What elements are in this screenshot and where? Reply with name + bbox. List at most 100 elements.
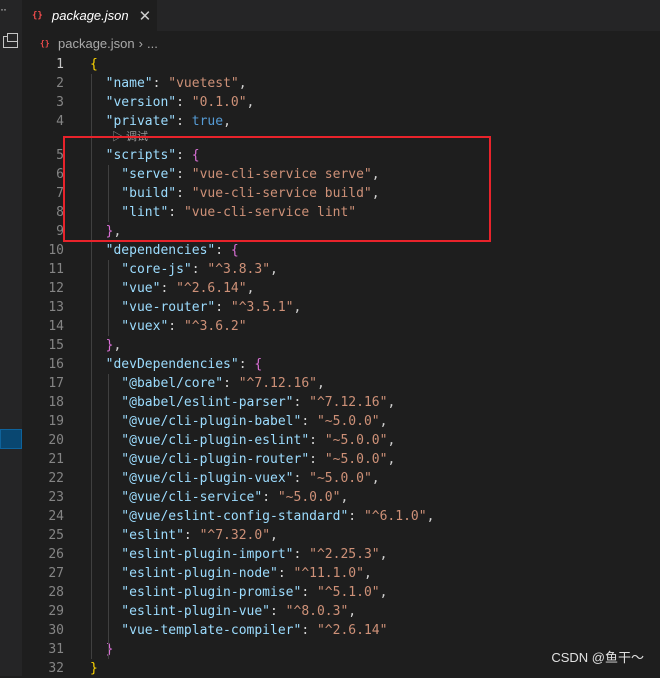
code-token: : xyxy=(348,509,364,524)
breadcrumb-more[interactable]: ... xyxy=(147,36,158,51)
code-line[interactable]: 19 "@vue/cli-plugin-babel": "~5.0.0", xyxy=(22,412,660,431)
code-token: "@vue/eslint-config-standard" xyxy=(90,509,349,524)
code-token: "~5.0.0" xyxy=(309,471,372,486)
code-token: "eslint-plugin-node" xyxy=(90,566,278,581)
code-line[interactable]: 23 "@vue/cli-service": "~5.0.0", xyxy=(22,488,660,507)
code-line[interactable]: 10 "dependencies": { xyxy=(22,241,660,260)
tab-bar: {} package.json ✕ xyxy=(22,0,660,31)
code-line[interactable]: 3 "version": "0.1.0", xyxy=(22,93,660,112)
tab-package-json[interactable]: {} package.json ✕ xyxy=(22,0,157,31)
code-line[interactable]: 27 "eslint-plugin-node": "^11.1.0", xyxy=(22,564,660,583)
code-line[interactable]: 22 "@vue/cli-plugin-vuex": "~5.0.0", xyxy=(22,469,660,488)
code-token: "vuetest" xyxy=(168,76,239,91)
code-line[interactable]: 24 "@vue/eslint-config-standard": "^6.1.… xyxy=(22,507,660,526)
line-number: 23 xyxy=(48,490,64,505)
code-line[interactable]: 18 "@babel/eslint-parser": "^7.12.16", xyxy=(22,393,660,412)
code-token: : xyxy=(301,414,317,429)
code-token: , xyxy=(340,490,349,505)
line-number: 5 xyxy=(56,148,64,163)
code-token: "@vue/cli-plugin-eslint" xyxy=(90,433,310,448)
code-text: } xyxy=(90,659,98,678)
code-line[interactable]: 12 "vue": "^2.6.14", xyxy=(22,279,660,298)
code-token: "@vue/cli-service" xyxy=(90,490,263,505)
code-line[interactable]: 25 "eslint": "^7.32.0", xyxy=(22,526,660,545)
code-line[interactable]: 15 }, xyxy=(22,336,660,355)
code-token: : xyxy=(152,76,169,91)
line-number: 12 xyxy=(48,281,64,296)
line-number: 15 xyxy=(48,338,64,353)
line-number: 24 xyxy=(48,509,64,524)
code-token: : xyxy=(238,357,255,372)
code-text: "core-js": "^3.8.3", xyxy=(90,260,278,279)
breadcrumb-file[interactable]: package.json xyxy=(58,36,135,51)
code-line[interactable]: 16 "devDependencies": { xyxy=(22,355,660,374)
code-token: "~5.0.0" xyxy=(324,452,388,467)
activity-bar: ·· xyxy=(0,0,22,676)
line-number: 9 xyxy=(56,224,64,239)
line-number: 19 xyxy=(48,414,64,429)
code-token: "vue" xyxy=(90,281,161,296)
code-token: : xyxy=(176,114,192,129)
code-line[interactable]: 26 "eslint-plugin-import": "^2.25.3", xyxy=(22,545,660,564)
code-line[interactable]: 29 "eslint-plugin-vue": "^8.0.3", xyxy=(22,602,660,621)
line-number: 28 xyxy=(48,585,64,600)
code-line[interactable]: 28 "eslint-plugin-promise": "^5.1.0", xyxy=(22,583,660,602)
code-line[interactable]: 13 "vue-router": "^3.5.1", xyxy=(22,298,660,317)
code-token: : xyxy=(215,243,231,258)
code-token: , xyxy=(387,452,396,467)
code-line[interactable]: 4 "private": true, xyxy=(22,112,660,131)
line-number: 1 xyxy=(56,57,64,72)
code-token: "^2.6.14" xyxy=(176,281,247,296)
code-token: "vue-template-compiler" xyxy=(90,623,302,638)
code-token: } xyxy=(90,642,114,657)
code-line[interactable]: 20 "@vue/cli-plugin-eslint": "~5.0.0", xyxy=(22,431,660,450)
code-token: : xyxy=(176,95,192,110)
code-token: { xyxy=(254,357,263,372)
code-token: "^2.6.14" xyxy=(316,623,388,638)
code-text: }, xyxy=(90,336,122,355)
code-line[interactable]: 21 "@vue/cli-plugin-router": "~5.0.0", xyxy=(22,450,660,469)
code-text: "vue-router": "^3.5.1", xyxy=(90,298,301,317)
code-text: "eslint-plugin-promise": "^5.1.0", xyxy=(90,583,387,602)
code-line[interactable]: 2 "name": "vuetest", xyxy=(22,74,660,93)
code-text: "@vue/eslint-config-standard": "^6.1.0", xyxy=(90,507,434,526)
code-token: , xyxy=(379,414,388,429)
code-line[interactable]: 1{ xyxy=(22,55,660,74)
code-token: , xyxy=(246,95,255,110)
code-token: "^7.12.16" xyxy=(238,376,317,391)
code-token: , xyxy=(387,433,396,448)
copy-icon[interactable] xyxy=(3,33,18,48)
more-icon[interactable]: ·· xyxy=(0,2,7,16)
code-line[interactable]: 11 "core-js": "^3.8.3", xyxy=(22,260,660,279)
code-text: "@vue/cli-plugin-babel": "~5.0.0", xyxy=(90,412,387,431)
code-token: "core-js" xyxy=(90,262,192,277)
code-text: "@vue/cli-service": "~5.0.0", xyxy=(90,488,348,507)
code-token: : xyxy=(270,604,286,619)
line-number: 11 xyxy=(48,262,64,277)
code-text: "name": "vuetest", xyxy=(90,74,247,93)
code-line[interactable]: 17 "@babel/core": "^7.12.16", xyxy=(22,374,660,393)
code-token: "^11.1.0" xyxy=(293,566,364,581)
line-number: 18 xyxy=(48,395,64,410)
json-icon: {} xyxy=(32,10,43,21)
code-token: "@babel/eslint-parser" xyxy=(90,395,294,410)
code-token: , xyxy=(348,604,357,619)
code-token: "0.1.0" xyxy=(191,95,247,110)
breadcrumb: {} package.json › ... xyxy=(22,31,660,55)
code-token: "vuex" xyxy=(90,319,169,334)
code-token: : xyxy=(183,528,200,543)
code-token: "version" xyxy=(90,95,177,110)
code-token: "@vue/cli-plugin-vuex" xyxy=(90,471,294,486)
code-token: "^3.8.3" xyxy=(207,262,271,277)
code-token: "^3.6.2" xyxy=(183,319,247,334)
code-token: : xyxy=(301,623,317,638)
tab-label: package.json xyxy=(52,8,129,23)
code-token: , xyxy=(113,338,122,353)
close-icon[interactable]: ✕ xyxy=(139,7,152,25)
code-token: "eslint" xyxy=(90,528,184,543)
code-line[interactable]: 14 "vuex": "^3.6.2" xyxy=(22,317,660,336)
code-token: } xyxy=(90,661,98,676)
code-text: "private": true, xyxy=(90,112,231,131)
code-text: "eslint-plugin-import": "^2.25.3", xyxy=(90,545,387,564)
code-line[interactable]: 30 "vue-template-compiler": "^2.6.14" xyxy=(22,621,660,640)
